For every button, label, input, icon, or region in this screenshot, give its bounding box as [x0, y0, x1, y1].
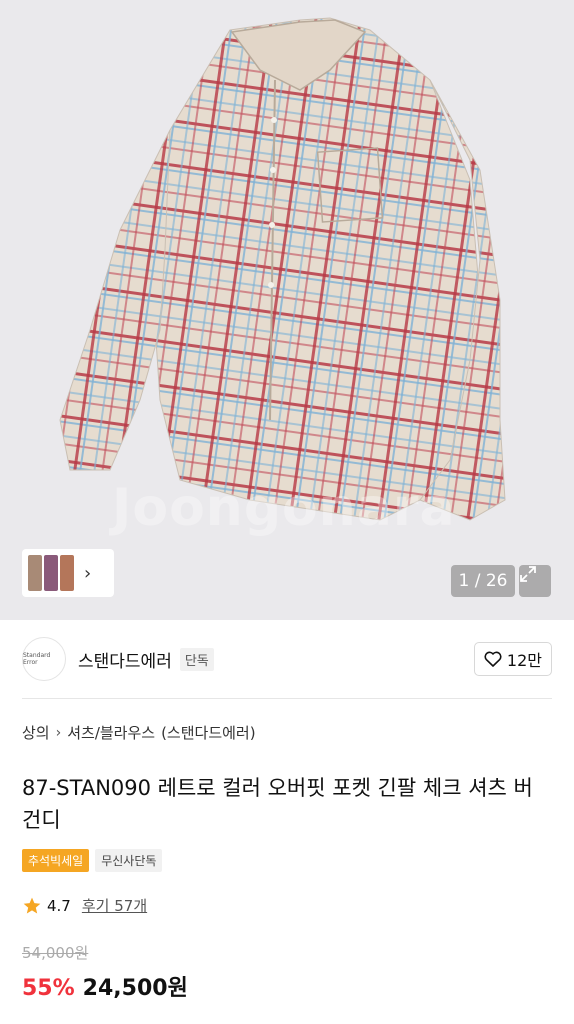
- exclusive-badge: 무신사단독: [95, 849, 163, 872]
- heart-icon: [484, 651, 502, 667]
- expand-icon: [520, 566, 536, 582]
- chevron-right-icon[interactable]: ›: [84, 563, 91, 584]
- thumbnail-3[interactable]: [60, 555, 74, 591]
- review-link[interactable]: 후기 57개: [82, 895, 147, 916]
- chevron-right-icon: ›: [55, 724, 62, 741]
- brand-exclusive-tag: 단독: [179, 647, 214, 671]
- brand-logo[interactable]: Standard Error: [22, 637, 66, 681]
- product-image[interactable]: Joongonara › 1 / 26: [0, 0, 574, 620]
- expand-button[interactable]: [519, 565, 551, 597]
- rating-value: 4.7: [47, 896, 71, 915]
- price-row: 55% 24,500원: [22, 970, 188, 1002]
- brand-logo-text: Standard Error: [23, 652, 51, 666]
- thumbnail-1[interactable]: [28, 555, 42, 591]
- like-count: 12만: [506, 651, 542, 670]
- badge-list: 추석빅세일 무신사단독: [22, 849, 163, 872]
- sale-badge: 추석빅세일: [22, 849, 90, 872]
- rating-row: 4.7 후기 57개: [22, 895, 147, 916]
- breadcrumb-brand[interactable]: (스탠다드에러): [161, 722, 256, 743]
- breadcrumb: 상의 › 셔츠/블라우스 (스탠다드에러): [22, 722, 256, 743]
- breadcrumb-subcategory[interactable]: 셔츠/블라우스: [67, 722, 155, 743]
- discount-rate: 55%: [22, 976, 75, 1001]
- thumbnail-strip[interactable]: ›: [22, 549, 114, 597]
- brand-name[interactable]: 스탠다드에러: [78, 647, 172, 672]
- original-price: 54,000원: [22, 944, 89, 962]
- like-button[interactable]: 12만: [473, 642, 552, 676]
- thumbnail-2[interactable]: [44, 555, 58, 591]
- product-title: 87-STAN090 레트로 컬러 오버핏 포켓 긴팔 체크 셔츠 버건디: [22, 776, 533, 832]
- star-icon: [23, 897, 41, 913]
- watermark: Joongonara: [112, 478, 456, 538]
- breadcrumb-category[interactable]: 상의: [22, 722, 50, 743]
- divider: [22, 698, 552, 699]
- brand-row: Standard Error 스탠다드에러 단독 12만: [22, 636, 552, 682]
- sale-price: 24,500원: [82, 976, 188, 1001]
- image-counter: 1 / 26: [451, 565, 515, 597]
